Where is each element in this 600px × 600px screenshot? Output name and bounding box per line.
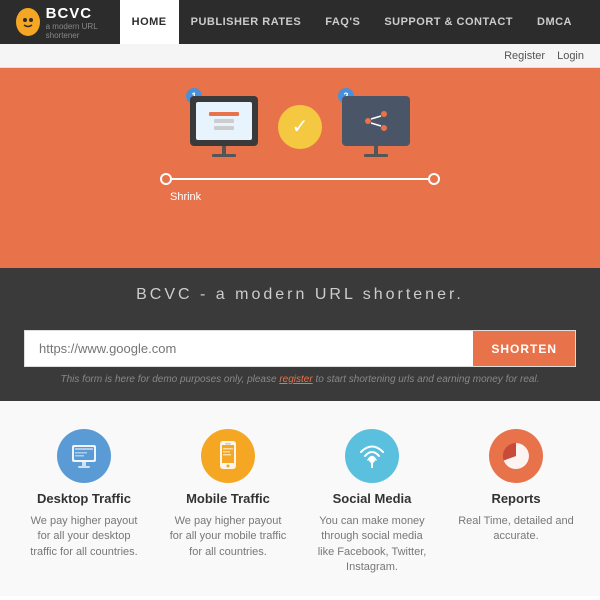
computer-2: 2 bbox=[342, 96, 410, 157]
desktop-feature-title: Desktop Traffic bbox=[37, 491, 131, 506]
mobile-icon-wrap bbox=[201, 429, 255, 483]
social-media-icon bbox=[354, 438, 390, 474]
share-icon bbox=[362, 107, 390, 135]
center-check-icon: ✓ bbox=[278, 105, 322, 149]
mobile-feature-desc: We pay higher payout for all your mobile… bbox=[168, 514, 288, 560]
nav-faqs[interactable]: FAQ'S bbox=[313, 0, 372, 44]
shorten-button[interactable]: SHORTEN bbox=[473, 331, 575, 366]
logo-text: BCVC bbox=[46, 5, 93, 22]
nav-publisher-rates[interactable]: PUBLISHER RATES bbox=[179, 0, 314, 44]
monitor-screen-1 bbox=[196, 102, 252, 140]
login-link[interactable]: Login bbox=[557, 50, 584, 62]
reports-feature-desc: Real Time, detailed and accurate. bbox=[456, 514, 576, 545]
nav-support[interactable]: SUPPORT & CONTACT bbox=[372, 0, 525, 44]
tagline-text: BCVC - a modern URL shortener. bbox=[20, 286, 580, 304]
monitor-screen-2 bbox=[348, 102, 404, 140]
desktop-traffic-icon bbox=[68, 440, 100, 472]
top-bar: Register Login bbox=[0, 44, 600, 68]
hero-section: 1 ✓ 2 bbox=[0, 68, 600, 268]
tagline-section: BCVC - a modern URL shortener. bbox=[0, 268, 600, 320]
feature-desktop: Desktop Traffic We pay higher payout for… bbox=[24, 429, 144, 576]
reports-icon bbox=[498, 438, 534, 474]
hero-illustration: 1 ✓ 2 bbox=[30, 96, 570, 157]
shortener-section: SHORTEN This form is here for demo purpo… bbox=[0, 320, 600, 401]
reports-feature-title: Reports bbox=[491, 491, 540, 506]
reports-icon-wrap bbox=[489, 429, 543, 483]
monitor-2 bbox=[342, 96, 410, 146]
social-feature-title: Social Media bbox=[333, 491, 412, 506]
register-link[interactable]: Register bbox=[504, 50, 545, 62]
nav-links: HOME PUBLISHER RATES FAQ'S SUPPORT & CON… bbox=[120, 0, 584, 44]
social-feature-desc: You can make money through social media … bbox=[312, 514, 432, 576]
demo-notice: This form is here for demo purposes only… bbox=[24, 374, 576, 385]
features-section: Desktop Traffic We pay higher payout for… bbox=[0, 401, 600, 596]
register-demo-link[interactable]: register bbox=[279, 374, 312, 385]
logo-area: BCVC a modern URL shortener bbox=[16, 5, 120, 40]
feature-mobile: Mobile Traffic We pay higher payout for … bbox=[168, 429, 288, 576]
mobile-traffic-icon bbox=[214, 439, 242, 473]
navbar: BCVC a modern URL shortener HOME PUBLISH… bbox=[0, 0, 600, 44]
mobile-feature-title: Mobile Traffic bbox=[186, 491, 270, 506]
url-form: SHORTEN bbox=[24, 330, 576, 367]
desktop-icon-wrap bbox=[57, 429, 111, 483]
feature-reports: Reports Real Time, detailed and accurate… bbox=[456, 429, 576, 576]
nav-dmca[interactable]: DMCA bbox=[525, 0, 584, 44]
feature-social: Social Media You can make money through … bbox=[312, 429, 432, 576]
shrink-label: Shrink bbox=[170, 191, 201, 203]
monitor-1 bbox=[190, 96, 258, 146]
logo-tagline: a modern URL shortener bbox=[46, 22, 120, 40]
computer-1: 1 bbox=[190, 96, 258, 157]
nav-home[interactable]: HOME bbox=[120, 0, 179, 44]
desktop-feature-desc: We pay higher payout for all your deskto… bbox=[24, 514, 144, 560]
logo-icon bbox=[16, 8, 40, 36]
social-icon-wrap bbox=[345, 429, 399, 483]
connection-area: Shrink bbox=[140, 173, 460, 203]
url-input[interactable] bbox=[25, 331, 473, 366]
